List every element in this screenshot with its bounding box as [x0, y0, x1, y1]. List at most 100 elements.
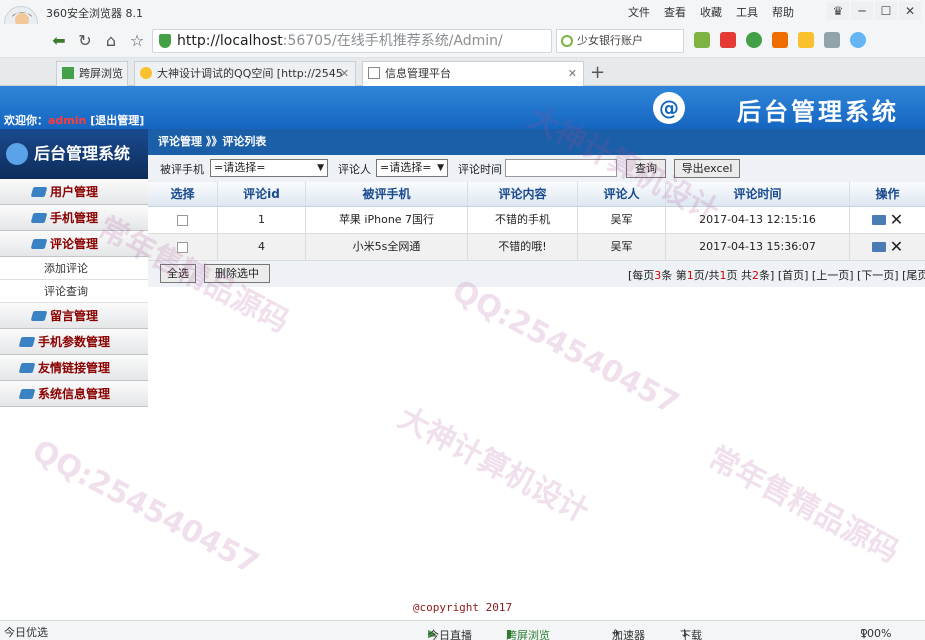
game-icon[interactable] [798, 32, 814, 48]
delete-icon[interactable]: ✕ [890, 234, 903, 260]
filter-bar: 被评手机 =请选择= ▼ 评论人 =请选择= ▼ 评论时间 查询 导出excel [148, 155, 925, 182]
pager-pages: 1 [719, 269, 727, 282]
star-icon[interactable]: ☆ [126, 30, 148, 52]
mail-icon[interactable] [824, 32, 840, 48]
sidebar-header: 后台管理系统 [0, 129, 148, 179]
cell-phone: 小米5s全网通 [306, 234, 468, 260]
search-input[interactable]: 少女银行账户 [556, 29, 684, 53]
shirt-icon[interactable]: ♛ [827, 2, 849, 20]
sidebar-item-comment-management[interactable]: 评论管理 [0, 231, 148, 257]
home-icon[interactable]: ⌂ [100, 30, 122, 52]
menu-favorites[interactable]: 收藏 [700, 4, 722, 20]
sidebar-item-friend-links[interactable]: 友情链接管理 [0, 355, 148, 381]
new-tab-icon[interactable]: + [590, 62, 605, 83]
dropdown-arrow-icon: ▼ [317, 163, 324, 173]
status-bar: 今日优选 ▶ 今日直播 ▮ 跨屏浏览 ✈ 加速器 ↓ 下载 ⚲ 100% [0, 620, 925, 640]
cell-time: 2017-04-13 12:15:16 [666, 207, 850, 233]
tab-bar: 跨屏浏览 大神设计调试的QQ空间 [http://2545 ✕ 信息管理平台 ✕… [0, 58, 925, 86]
export-excel-button[interactable]: 导出excel [674, 159, 740, 178]
delete-selected-button[interactable]: 删除选中 [204, 264, 270, 283]
row-checkbox[interactable] [177, 241, 188, 253]
folder-icon [18, 389, 36, 399]
header-content: 评论内容 [468, 182, 578, 206]
refresh-icon[interactable]: ↻ [74, 30, 96, 52]
pager-total: 2 [752, 269, 760, 282]
username: admin [48, 114, 87, 127]
time-input[interactable] [505, 159, 617, 177]
pager-next[interactable]: [下一页] [857, 269, 899, 282]
cell-content: 不错的手机 [468, 207, 578, 233]
sidebar-item-phone-params[interactable]: 手机参数管理 [0, 329, 148, 355]
select-all-button[interactable]: 全选 [160, 264, 196, 283]
search-engine-icon [561, 35, 573, 47]
tab-info-platform[interactable]: 信息管理平台 ✕ [362, 61, 584, 86]
pager-first[interactable]: [首页] [778, 269, 809, 282]
ext-red-icon[interactable] [720, 32, 736, 48]
pager: [每页3条 第1页/共1页 共2条] [首页] [上一页] [下一页] [尾页 [628, 267, 925, 283]
menu-tools[interactable]: 工具 [736, 4, 758, 20]
money-icon[interactable] [746, 32, 762, 48]
search-text: 少女银行账户 [577, 34, 643, 47]
row-checkbox[interactable] [177, 214, 188, 226]
table-row: 1 苹果 iPhone 7国行 不错的手机 吴军 2017-04-13 12:1… [148, 207, 925, 234]
back-arrow-icon[interactable]: ⬅ [48, 30, 70, 52]
edit-icon[interactable] [871, 215, 886, 225]
cell-time: 2017-04-13 15:36:07 [666, 234, 850, 260]
person-select[interactable]: =请选择= ▼ [376, 159, 448, 177]
app-title: 360安全浏览器 8.1 [46, 7, 143, 20]
grid-icon[interactable] [694, 32, 710, 48]
maximize-icon[interactable]: ☐ [875, 2, 897, 20]
pager-last[interactable]: [尾页 [902, 269, 925, 282]
cell-person: 吴军 [578, 234, 666, 260]
sidebar-sub-query-comment[interactable]: 评论查询 [0, 280, 148, 303]
gear-icon [6, 143, 28, 165]
translate-icon[interactable] [772, 32, 788, 48]
sidebar-sub-add-comment[interactable]: 添加评论 [0, 257, 148, 280]
phone-icon [62, 67, 74, 79]
url-path: :56705/在线手机推荐系统/Admin/ [282, 33, 503, 49]
folder-icon [30, 187, 48, 197]
menu-help[interactable]: 帮助 [772, 4, 794, 20]
time-filter-label: 评论时间 [458, 163, 502, 176]
sidebar-item-system-info[interactable]: 系统信息管理 [0, 381, 148, 407]
menu-file[interactable]: 文件 [628, 4, 650, 20]
delete-icon[interactable]: ✕ [890, 207, 903, 233]
cell-content: 不错的哦! [468, 234, 578, 260]
close-icon[interactable]: ✕ [899, 2, 921, 20]
page-icon [368, 67, 380, 79]
tab-qq-space[interactable]: 大神设计调试的QQ空间 [http://2545 ✕ [134, 61, 356, 86]
tab-close-icon[interactable]: ✕ [568, 62, 577, 85]
window-controls: ♛ ─ ☐ ✕ [827, 2, 921, 20]
url-input[interactable]: http://localhost:56705/在线手机推荐系统/Admin/ [152, 29, 552, 53]
cell-person: 吴军 [578, 207, 666, 233]
folder-icon [30, 311, 48, 321]
header-select: 选择 [148, 182, 218, 206]
banner-title: 后台管理系统 [737, 98, 899, 126]
search-button[interactable]: 查询 [626, 159, 666, 178]
logout-link[interactable]: [退出管理] [90, 114, 144, 127]
pager-current: 1 [686, 269, 694, 282]
menu-view[interactable]: 查看 [664, 4, 686, 20]
tab-cross-screen[interactable]: 跨屏浏览 [56, 61, 128, 86]
table-row: 4 小米5s全网通 不错的哦! 吴军 2017-04-13 15:36:07 ✕ [148, 234, 925, 261]
watermark: 大神计算机设计 [392, 400, 595, 530]
edit-icon[interactable] [871, 242, 886, 252]
copyright: @copyright 2017 [412, 601, 513, 614]
header-actions: 操作 [875, 187, 900, 201]
watermark: 常年售精品源码 [702, 440, 905, 570]
minimize-icon[interactable]: ─ [851, 2, 873, 20]
phone-filter-label: 被评手机 [160, 163, 204, 176]
table-footer: 全选 删除选中 [每页3条 第1页/共1页 共2条] [首页] [上一页] [下… [148, 261, 925, 287]
logo-at-icon: @ [653, 92, 685, 124]
sidebar-item-user-management[interactable]: 用户管理 [0, 179, 148, 205]
sidebar-item-message-management[interactable]: 留言管理 [0, 303, 148, 329]
sidebar-item-phone-management[interactable]: 手机管理 [0, 205, 148, 231]
tab-close-icon[interactable]: ✕ [340, 62, 349, 85]
watermark: QQ:254540457 [446, 273, 685, 422]
phone-select[interactable]: =请选择= ▼ [210, 159, 328, 177]
zoom-icon[interactable] [850, 32, 866, 48]
status-today-picks[interactable]: 今日优选 [4, 624, 48, 640]
pager-prev[interactable]: [上一页] [812, 269, 854, 282]
cell-id: 1 [218, 207, 306, 233]
cell-phone: 苹果 iPhone 7国行 [306, 207, 468, 233]
